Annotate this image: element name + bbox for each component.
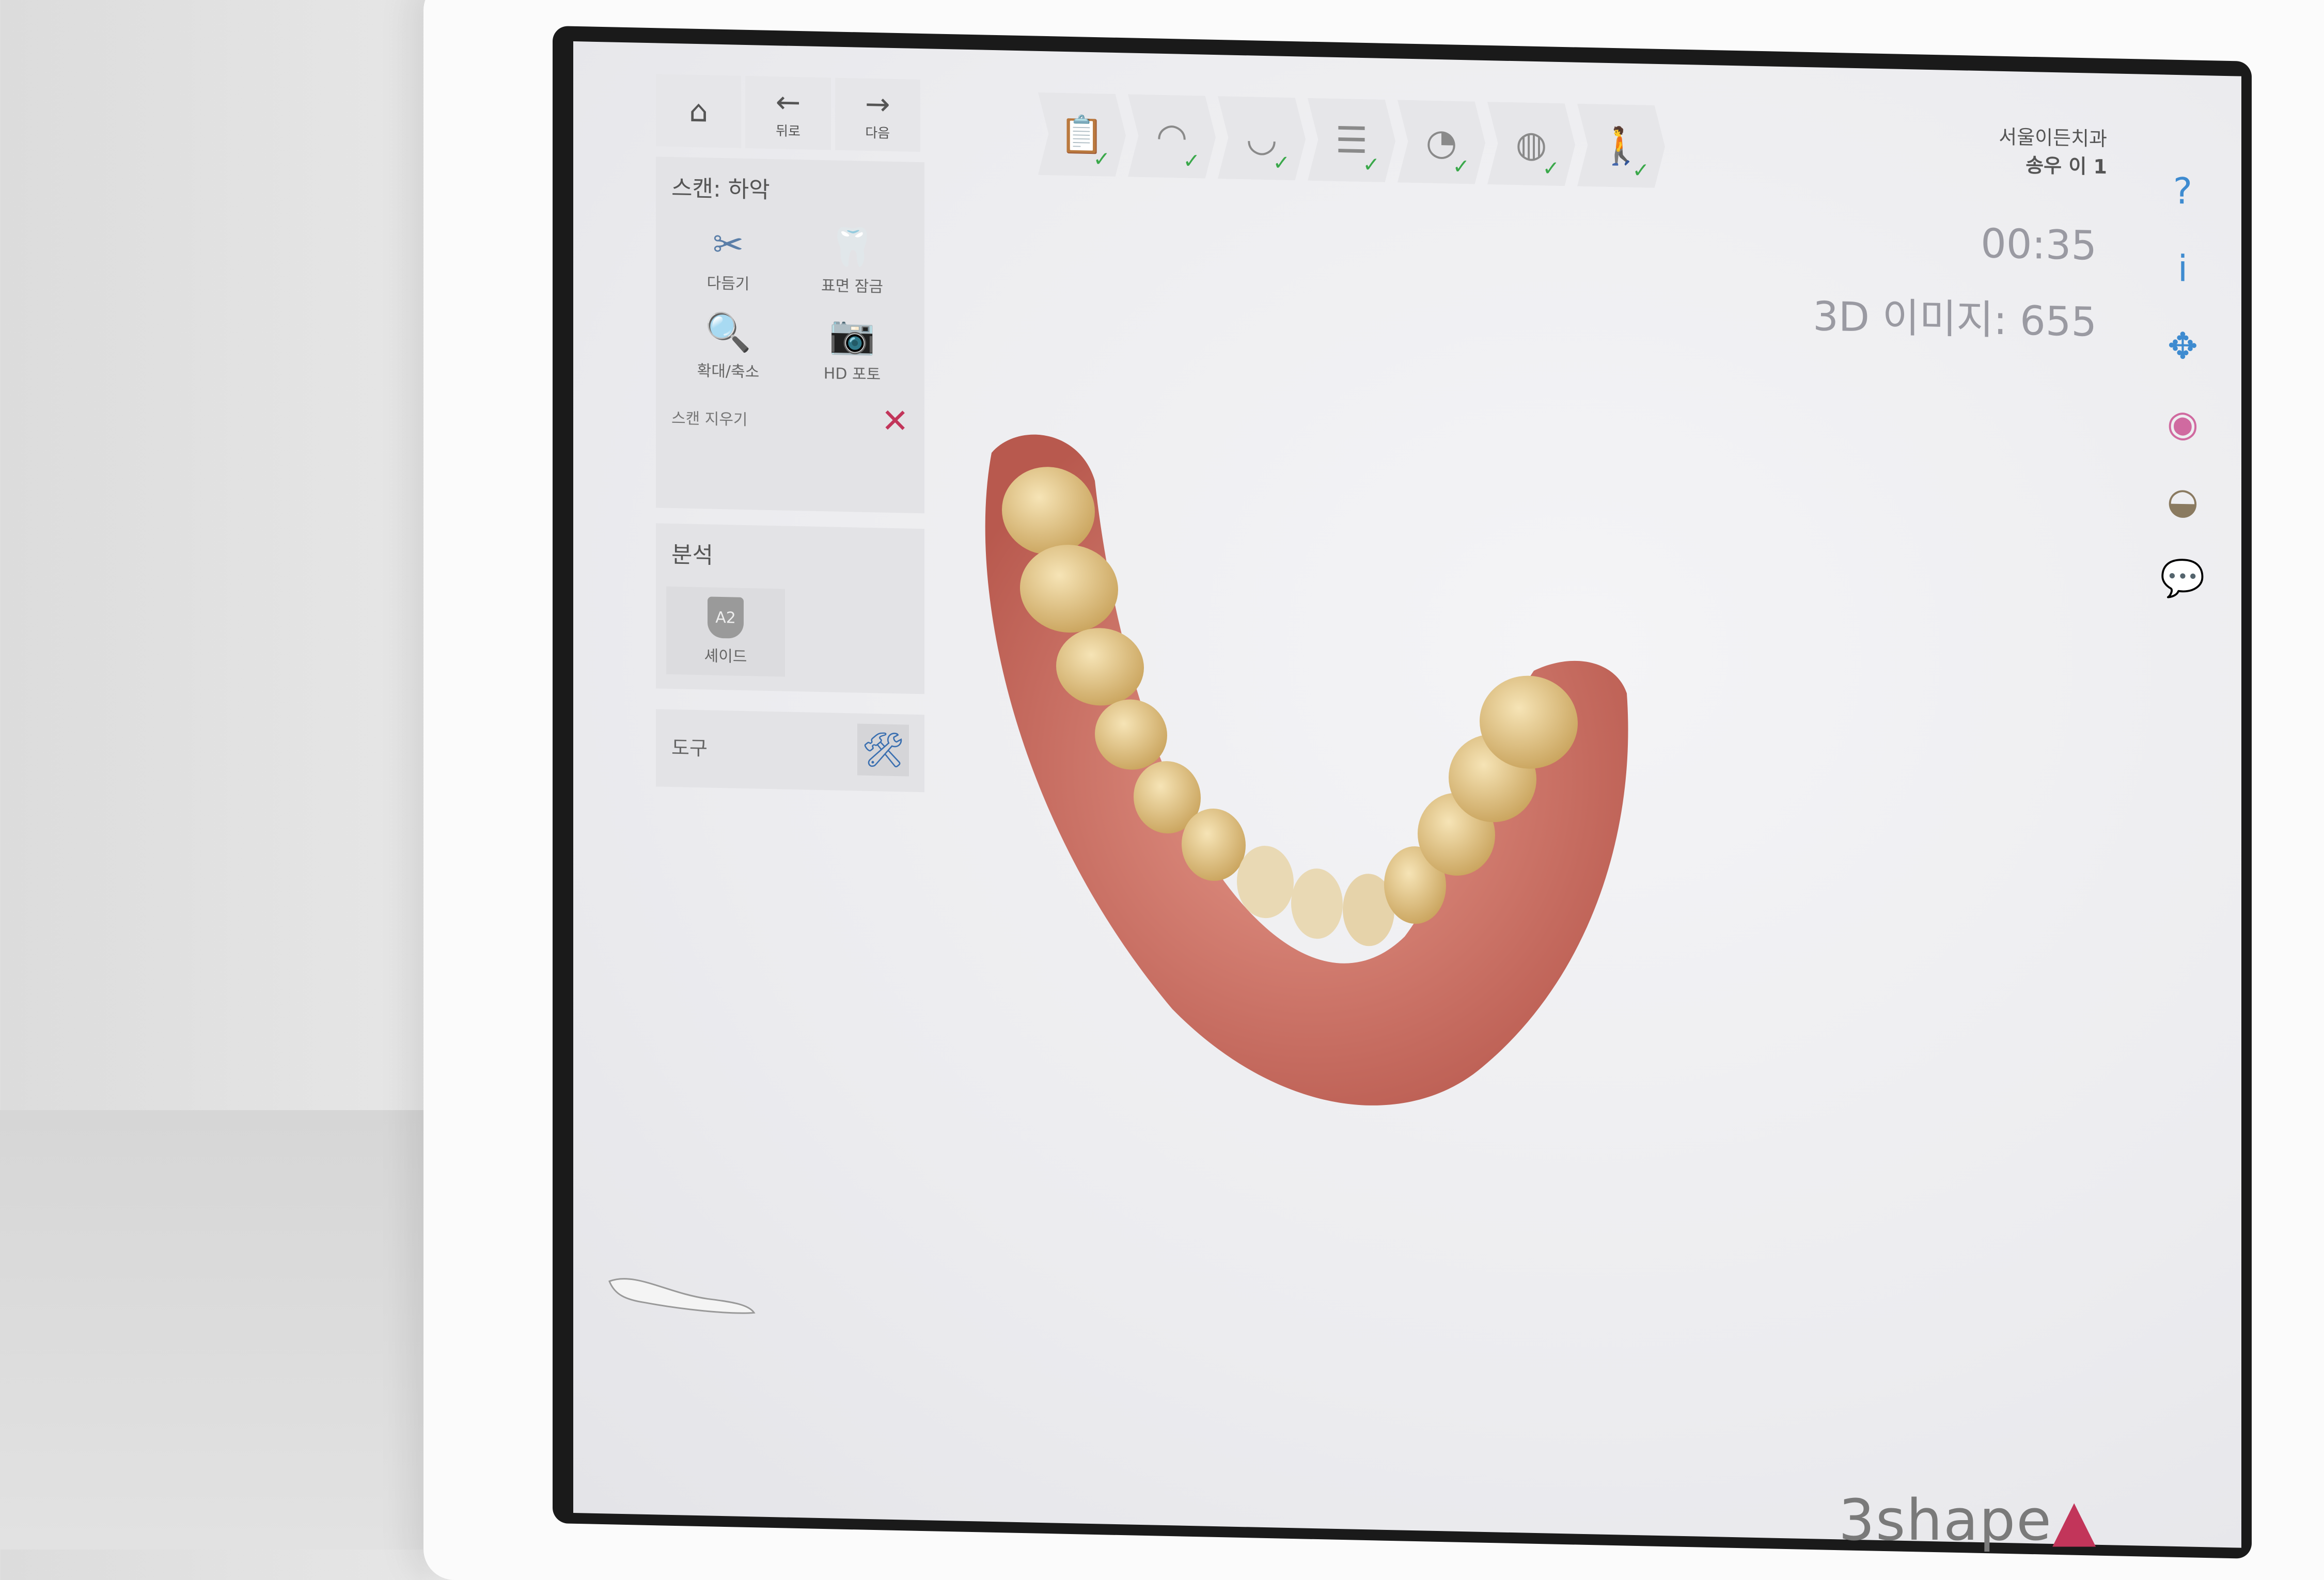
clinic-name: 서울이든치과 — [1999, 125, 2107, 151]
shade-tooth-icon: A2 — [708, 596, 744, 639]
back-button[interactable]: ← 뒤로 — [745, 75, 831, 150]
next-label: 다음 — [865, 125, 890, 141]
scan-timer: 00:35 — [1981, 220, 2097, 270]
scissors-icon: ✂ — [712, 222, 744, 266]
surface-lock-button[interactable]: 🦷 표면 잠금 — [790, 223, 914, 297]
next-arrow-icon: → — [865, 86, 890, 122]
background-wall — [0, 1110, 454, 1550]
surface-lock-label: 표면 잠금 — [821, 277, 883, 296]
scanner-probe-icon — [608, 1278, 756, 1314]
tools-panel-title: 도구 — [671, 736, 708, 760]
trim-tool-button[interactable]: ✂ 다듬기 — [666, 220, 790, 295]
scanner-screen: ⌂ ← 뒤로 → 다음 스캔: 하악 ✂ 다듬기 🦷 표면 잠금 🔍 확대/축소 — [573, 41, 2241, 1548]
lower-jaw-3d-model[interactable] — [862, 357, 1740, 1202]
check-icon: ✓ — [1452, 154, 1470, 179]
patient-info: 서울이든치과 송우 이 1 — [1999, 123, 2107, 181]
step-order-form[interactable]: 📋 ✓ — [1038, 92, 1126, 177]
magnifier-icon: 🔍 — [705, 310, 751, 355]
back-arrow-icon: ← — [775, 84, 801, 120]
workflow-steps: 📋 ✓ ◠ ✓ ◡ ✓ ☰ ✓ ◔ ✓ ◍ ✓ 🚶 ✓ — [1038, 92, 1667, 188]
nav-bar: ⌂ ← 뒤로 → 다음 — [656, 74, 924, 152]
brand-logo: 3shape▲ — [1839, 1487, 2097, 1553]
check-icon: ✓ — [1093, 147, 1110, 171]
trim-label: 다듬기 — [706, 274, 750, 294]
step-bite[interactable]: ☰ ✓ — [1308, 98, 1395, 183]
step-tooth[interactable]: ◍ ✓ — [1487, 102, 1575, 186]
brand-name: 3shape — [1839, 1487, 2052, 1553]
check-icon: ✓ — [1362, 153, 1380, 177]
shade-label: 셰이드 — [704, 647, 747, 667]
color-wheel-icon[interactable]: ◉ — [2167, 385, 2199, 463]
step-patient[interactable]: 🚶 ✓ — [1577, 104, 1665, 188]
check-icon: ✓ — [1542, 156, 1560, 181]
home-button[interactable]: ⌂ — [656, 74, 742, 148]
erase-scan-label: 스캔 지우기 — [671, 409, 748, 430]
next-button[interactable]: → 다음 — [835, 77, 920, 152]
surface-lock-icon: 🦷 — [829, 225, 875, 270]
shade-button[interactable]: A2 셰이드 — [666, 586, 785, 677]
move-icon[interactable]: ✥ — [2168, 307, 2198, 385]
zoom-tool-button[interactable]: 🔍 확대/축소 — [666, 308, 790, 383]
check-icon: ✓ — [1273, 151, 1290, 176]
scan-panel-title: 스캔: 하악 — [671, 175, 770, 203]
tooth-view-icon[interactable]: ◒ — [2167, 462, 2199, 540]
tooth — [1291, 868, 1343, 939]
info-icon[interactable]: i — [2178, 230, 2188, 307]
patient-name: 송우 이 1 — [2025, 153, 2107, 179]
back-label: 뒤로 — [776, 123, 800, 139]
right-toolbar: ? i ✥ ◉ ◒ 💬 — [2160, 152, 2205, 618]
brand-mark-icon: ▲ — [2052, 1487, 2097, 1553]
comment-icon[interactable]: 💬 — [2160, 539, 2205, 618]
check-icon: ✓ — [1183, 149, 1200, 173]
zoom-label: 확대/축소 — [697, 362, 760, 382]
step-shade[interactable]: ◔ ✓ — [1397, 100, 1485, 184]
image-count: 3D 이미지: 655 — [1813, 293, 2097, 346]
camera-icon: 📷 — [829, 312, 875, 357]
help-icon[interactable]: ? — [2173, 152, 2192, 230]
home-icon: ⌂ — [689, 93, 709, 129]
step-upper-jaw[interactable]: ◠ ✓ — [1128, 94, 1216, 179]
step-lower-jaw[interactable]: ◡ ✓ — [1218, 96, 1306, 181]
check-icon: ✓ — [1632, 158, 1650, 183]
